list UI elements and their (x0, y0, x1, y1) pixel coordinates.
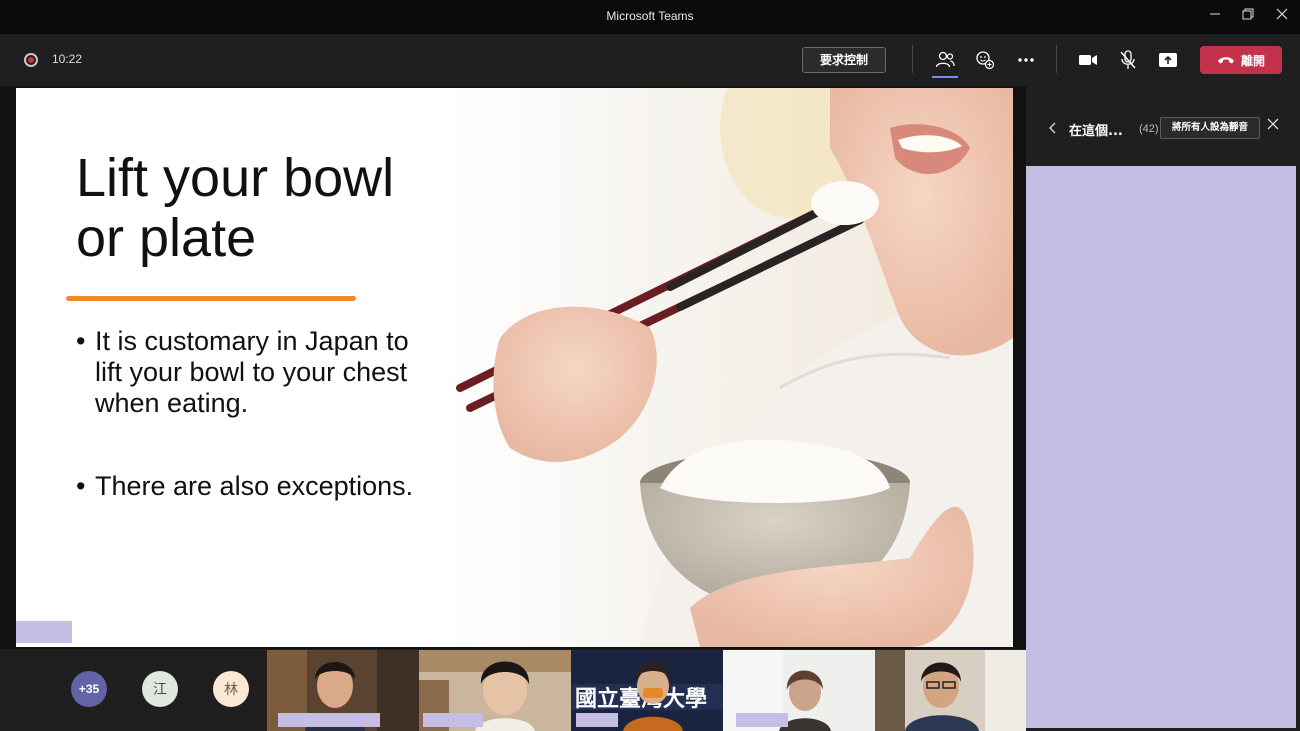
redaction-block (736, 713, 788, 727)
panel-header: 在這個... (42) 將所有人設為靜音 (1026, 86, 1300, 166)
slide-title-line: Lift your bowl (76, 148, 395, 208)
phone-icon (1217, 57, 1234, 64)
redaction-block (423, 713, 483, 727)
participant-list-redacted (1026, 166, 1296, 728)
video-tile[interactable]: 國立臺灣大學 (571, 650, 723, 731)
toolbar-divider (912, 45, 913, 73)
camera-icon[interactable] (1075, 47, 1101, 73)
overflow-participants-button[interactable]: +35 (71, 671, 107, 707)
participants-panel: 在這個... (42) 將所有人設為靜音 (1026, 86, 1300, 731)
bullet-item: There are also exceptions. (76, 471, 436, 502)
redaction-block (576, 713, 618, 727)
restore-icon[interactable] (1237, 6, 1259, 28)
title-underline (66, 296, 356, 301)
shared-content-stage: Lift your bowl or plate It is customary … (0, 86, 1026, 649)
video-tile[interactable] (723, 650, 875, 731)
close-window-icon[interactable] (1271, 6, 1293, 28)
people-icon[interactable] (932, 47, 958, 78)
slide-title-line: or plate (76, 208, 257, 268)
toolbar-divider (1056, 45, 1057, 73)
redaction-block (16, 621, 72, 643)
chevron-left-icon[interactable] (1048, 120, 1058, 138)
window-title: Microsoft Teams (606, 9, 694, 23)
window-titlebar: Microsoft Teams (0, 0, 1300, 34)
reaction-icon[interactable] (972, 47, 998, 73)
slide-title: Lift your bowl or plate (76, 148, 456, 268)
presentation-slide: Lift your bowl or plate It is customary … (16, 88, 1013, 647)
redaction-block (278, 713, 380, 727)
leave-label: 離開 (1240, 53, 1265, 68)
meeting-timer: 10:22 (52, 52, 83, 66)
minimize-icon[interactable] (1204, 6, 1226, 28)
request-control-button[interactable]: 要求控制 (802, 47, 886, 73)
slide-bullets: It is customary in Japan to lift your bo… (76, 326, 436, 554)
mute-all-button[interactable]: 將所有人設為靜音 (1160, 117, 1260, 139)
meeting-toolbar: 10:22 要求控制 離開 (0, 34, 1300, 86)
participant-avatar[interactable]: 林 (213, 671, 249, 707)
leave-button[interactable]: 離開 (1200, 46, 1282, 74)
participant-avatar[interactable]: 江 (142, 671, 178, 707)
mic-off-icon[interactable] (1115, 47, 1141, 73)
woman-eating-rice-photo (450, 88, 1013, 647)
video-tile[interactable] (419, 650, 571, 731)
close-icon[interactable] (1266, 116, 1282, 132)
video-tile[interactable] (875, 650, 1027, 731)
record-icon (24, 53, 38, 67)
participant-strip: +35 江 林 國立臺灣大學 (0, 649, 1027, 731)
participant-count: (42) (1139, 123, 1159, 135)
more-icon[interactable] (1013, 47, 1039, 73)
video-tile[interactable] (267, 650, 419, 731)
bullet-item: It is customary in Japan to lift your bo… (76, 326, 436, 419)
panel-title: 在這個... (1069, 124, 1123, 139)
share-tray-icon[interactable] (1155, 47, 1181, 73)
